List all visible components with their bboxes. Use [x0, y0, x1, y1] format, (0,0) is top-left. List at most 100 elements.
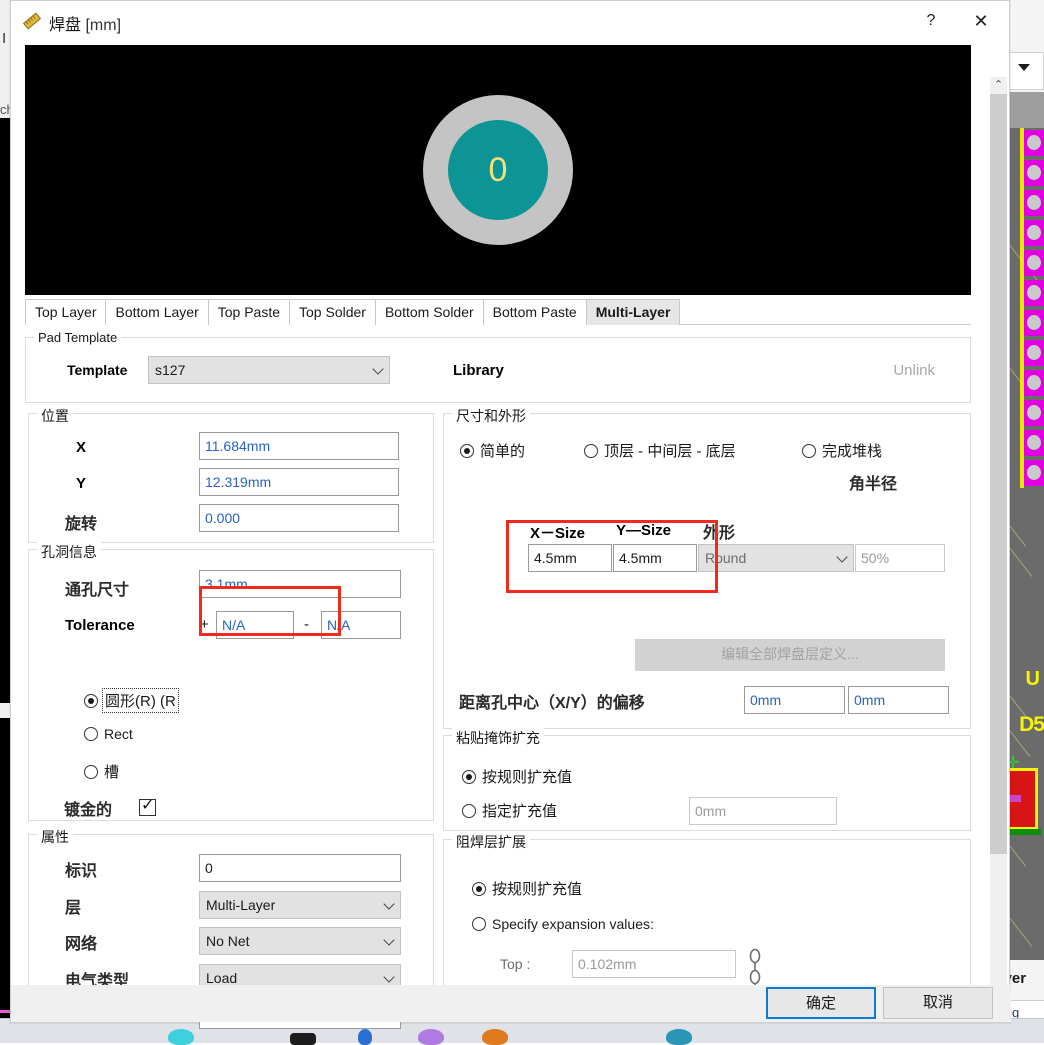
ok-button[interactable]: 确定 [766, 987, 876, 1019]
dialog-vertical-scrollbar[interactable]: ⌃ ⌄ [990, 77, 1007, 1007]
tolerance-plus-sign: + [200, 616, 209, 633]
corner-radius-input[interactable] [855, 544, 945, 572]
tab-top-paste[interactable]: Top Paste [208, 299, 290, 325]
y-size-input[interactable] [613, 544, 697, 572]
plated-label: 镀金的 [64, 796, 112, 820]
paste-specify-input[interactable] [689, 797, 837, 825]
paste-mask-expansion-group: 粘贴掩饰扩充 按规则扩充值 指定扩充值 [443, 735, 971, 831]
hole-shape-slot-radio[interactable]: 槽 [84, 761, 119, 782]
chevron-down-icon [383, 898, 394, 909]
x-size-input[interactable] [528, 544, 612, 572]
layer-tabs[interactable]: Top Layer Bottom Layer Top Paste Top Sol… [25, 299, 971, 325]
help-button[interactable]: ? [908, 1, 954, 41]
tab-bottom-paste[interactable]: Bottom Paste [483, 299, 587, 325]
layer-select[interactable]: Multi-Layer [199, 891, 401, 919]
radio-dot-icon [460, 444, 474, 458]
hole-size-label: 通孔尺寸 [65, 576, 129, 600]
designator-input[interactable] [199, 854, 401, 882]
paste-specify-label: 指定扩充值 [482, 800, 557, 821]
net-select[interactable]: No Net [199, 927, 401, 955]
pad-shape-outer: 0 [423, 95, 573, 245]
chevron-down-icon [1018, 64, 1030, 71]
solder-specify-label: Specify expansion values: [492, 916, 654, 932]
size-shape-group: 尺寸和外形 简单的 顶层 - 中间层 - 底层 完成堆栈 角半径 X－Size … [443, 413, 971, 729]
pad-template-group-title: Pad Template [34, 330, 121, 345]
tab-top-layer[interactable]: Top Layer [25, 299, 106, 325]
template-select-value: s127 [155, 362, 185, 378]
dialog-title-unit: [mm] [85, 17, 121, 34]
tolerance-plus-input[interactable] [216, 611, 294, 639]
layer-label: 层 [65, 894, 81, 918]
column-header-shape: 外形 [703, 519, 735, 543]
tab-top-solder[interactable]: Top Solder [289, 299, 376, 325]
mode-top-middle-bottom-radio[interactable]: 顶层 - 中间层 - 底层 [584, 440, 736, 461]
paste-rule-radio[interactable]: 按规则扩充值 [462, 766, 572, 787]
mode-full-stack-radio[interactable]: 完成堆栈 [802, 440, 882, 461]
solder-specify-radio[interactable]: Specify expansion values: [472, 916, 654, 932]
hole-size-input[interactable] [199, 570, 401, 598]
paste-mask-expansion-group-title: 粘贴掩饰扩充 [452, 728, 544, 748]
net-label: 网络 [65, 930, 97, 954]
pad-shape-select[interactable]: Round [698, 544, 854, 572]
dialog-body: ⌃ ⌄ 0 Top Layer Bottom Layer Top Paste T… [11, 41, 1009, 986]
y-input[interactable] [199, 468, 399, 496]
tab-bottom-solder[interactable]: Bottom Solder [375, 299, 484, 325]
template-label: Template [67, 362, 127, 378]
paste-specify-radio[interactable]: 指定扩充值 [462, 800, 557, 821]
hole-information-group: 孔洞信息 通孔尺寸 Tolerance + - 圆形(R) (R Rect 槽 … [28, 549, 434, 821]
corner-radius-label: 角半径 [849, 470, 897, 494]
dialog-titlebar[interactable]: 焊盘 [mm] ? ✕ [11, 1, 1009, 41]
tolerance-minus-sign: - [304, 616, 309, 633]
chevron-down-icon [836, 551, 847, 562]
hole-shape-rect-label: Rect [104, 726, 133, 742]
solder-top-label: Top : [500, 956, 530, 972]
cancel-button[interactable]: 取消 [883, 987, 993, 1019]
solder-mask-expansion-group-title: 阻焊层扩展 [452, 832, 530, 852]
offset-y-input[interactable] [848, 686, 949, 714]
unlink-button[interactable]: Unlink [893, 362, 935, 379]
paste-rule-label: 按规则扩充值 [482, 766, 572, 787]
solder-rule-label: 按规则扩充值 [492, 878, 582, 899]
radio-dot-icon [84, 727, 98, 741]
dialog-title-text: 焊盘 [49, 17, 81, 34]
tolerance-minus-input[interactable] [321, 611, 401, 639]
radio-dot-icon [84, 694, 98, 708]
offset-x-input[interactable] [744, 686, 845, 714]
plated-checkbox[interactable] [139, 799, 156, 816]
hole-shape-slot-label: 槽 [104, 761, 119, 782]
rotation-label: 旋转 [65, 510, 97, 534]
template-select[interactable]: s127 [148, 356, 390, 384]
mode-simple-label: 简单的 [480, 440, 525, 461]
tab-multi-layer[interactable]: Multi-Layer [586, 299, 681, 325]
edit-all-layers-button[interactable]: 编辑全部焊盘层定义... [635, 639, 945, 671]
radio-dot-icon [802, 444, 816, 458]
taskbar-icon-2[interactable] [290, 1033, 316, 1045]
hole-shape-round-radio[interactable]: 圆形(R) (R [84, 690, 177, 711]
radio-dot-icon [462, 804, 476, 818]
rotation-input[interactable] [199, 504, 399, 532]
radio-dot-icon [472, 917, 486, 931]
x-input[interactable] [199, 432, 399, 460]
hole-shape-rect-radio[interactable]: Rect [84, 726, 133, 742]
radio-dot-icon [84, 765, 98, 779]
pcb-pad-column [1024, 128, 1044, 488]
tab-bottom-layer[interactable]: Bottom Layer [105, 299, 208, 325]
hole-center-offset-label: 距离孔中心（X/Y）的偏移 [459, 689, 645, 713]
solder-rule-radio[interactable]: 按规则扩充值 [472, 878, 582, 899]
position-group-title: 位置 [37, 406, 73, 426]
close-button[interactable]: ✕ [958, 1, 1004, 41]
scroll-up-icon[interactable]: ⌃ [990, 77, 1007, 94]
mode-simple-radio[interactable]: 简单的 [460, 440, 525, 461]
radio-dot-icon [462, 770, 476, 784]
tolerance-label: Tolerance [65, 617, 135, 634]
dialog-footer: 确定 取消 [11, 985, 1011, 1022]
designator-label: 标识 [65, 857, 97, 881]
mode-full-stack-label: 完成堆栈 [822, 440, 882, 461]
mode-top-middle-bottom-label: 顶层 - 中间层 - 底层 [604, 440, 736, 461]
pad-preview: 0 [25, 45, 971, 295]
solder-top-input[interactable] [572, 950, 736, 978]
scrollbar-thumb[interactable] [990, 94, 1007, 854]
column-header-y-size: Y—Size [616, 522, 671, 539]
library-label: Library [453, 362, 504, 379]
column-header-x-size: X－Size [530, 522, 585, 543]
